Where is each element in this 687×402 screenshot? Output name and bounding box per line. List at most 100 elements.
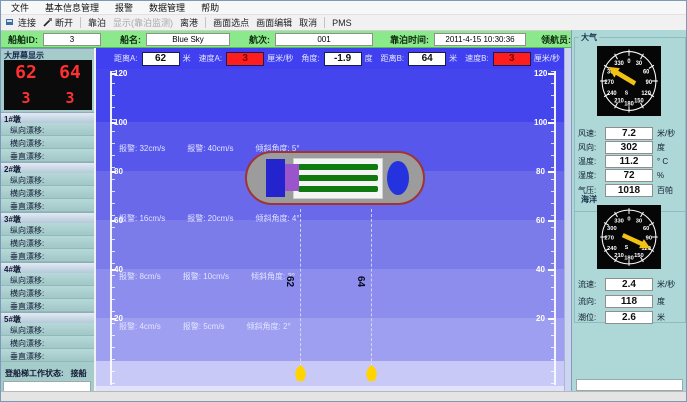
dolphin-group-header: 5#墩 [1,312,94,323]
menu-item-file[interactable]: 文件 [11,1,29,14]
temperature-unit: ° C [657,157,668,166]
connect-button[interactable]: 连接 [6,16,36,29]
ruler-label: 60 [536,216,545,225]
voyage-label: 航次: [249,33,270,46]
depart-button[interactable]: 离港 [180,16,198,29]
humidity-row: 湿度: 72 % [578,169,682,182]
svg-text:210: 210 [614,253,624,259]
speed-a-value: 3 [226,52,264,66]
ruler-label: 120 [534,69,547,78]
svg-text:240: 240 [607,246,617,252]
dolphin-group-header: 1#墩 [1,112,94,123]
menu-item-alarm[interactable]: 报警 [115,1,133,14]
wind-speed-label: 风速: [578,128,605,139]
display-berthing-monitor-button[interactable]: 显示(靠泊监测) [113,16,173,29]
menu-item-help[interactable]: 帮助 [201,1,219,14]
menu-item-data-mgmt[interactable]: 数据管理 [149,1,185,14]
wind-speed-value: 7.2 [605,127,653,140]
connect-label: 连接 [18,16,36,29]
alarm-b-text: 报警: 5cm/s [183,321,225,332]
pilot-label: 领航员: [541,33,571,46]
toolbar: 连接 断开 靠泊 显示(靠泊监测) 离港 画面选点 画面编辑 取消 PMS [1,15,686,31]
svg-text:60: 60 [643,226,649,232]
ruler-tick [548,171,554,173]
disconnect-button[interactable]: 断开 [43,16,73,29]
cancel-button[interactable]: 取消 [299,16,317,29]
ruler-label: 20 [536,314,545,323]
display-speed-b: 3 [65,89,74,107]
wind-direction-label: 风向: [578,142,605,153]
gangway-status-row: 登船梯工作状态: 接船 [1,366,94,381]
display-distance-b: 64 [59,62,81,83]
svg-text:300: 300 [607,226,617,232]
alarm-threshold-row: 报警: 4cm/s 报警: 5cm/s 倾斜角度: 2° [119,321,291,332]
berth-button[interactable]: 靠泊 [88,16,106,29]
svg-text:60: 60 [643,69,650,75]
gangway-status-label: 登船梯工作状态: [5,368,64,379]
alarm-b-text: 报警: 10cm/s [183,271,229,282]
ruler-label: 100 [114,118,127,127]
wind-direction-row: 风向: 302 度 [578,141,682,154]
drift-row: 横向漂移: [1,286,94,299]
wind-speed-unit: 米/秒 [657,128,675,139]
vertical-scrollbar[interactable] [564,48,571,393]
berthing-monitor-window: 文件 基本信息管理 报警 数据管理 帮助 连接 断开 靠泊 显示(靠泊监测) 离… [0,0,687,402]
ship-deckhouse-block [285,164,299,191]
dolphin-group-header: 4#墩 [1,262,94,273]
svg-text:330: 330 [614,218,624,224]
measurement-line-a [300,209,301,366]
dock-strip [96,361,564,386]
current-speed-unit: 米/秒 [657,279,675,290]
ship-id-label: 船舶ID: [8,33,38,46]
ship-name-field[interactable] [146,33,230,46]
drift-row: 纵向漂移: [1,173,94,186]
berth-time-field[interactable] [434,33,526,46]
status-bar [1,391,686,401]
ship-bow-tank [387,161,409,195]
angle-unit: 度 [365,53,373,64]
alarm-threshold-row: 报警: 16cm/s 报警: 20cm/s 倾斜角度: 4° [119,213,300,224]
ship-bridge-block [266,159,285,197]
drift-row: 横向漂移: [1,186,94,199]
ruler-tick [548,122,554,124]
atmosphere-title: 大气 [579,32,599,43]
svg-text:240: 240 [607,91,617,97]
panel-bottom-strip [576,379,683,391]
water-band [96,69,564,122]
current-speed-value: 2.4 [605,278,653,291]
distance-b-value: 64 [408,52,446,66]
distance-a-label: 距离A: [114,53,138,64]
display-speed-a: 3 [21,89,30,107]
berthing-view: 距离A: 62 米 速度A: 3 厘米/秒 角度: -1.9 度 距离B: 64… [96,48,571,393]
screen-pick-point-button[interactable]: 画面选点 [213,16,249,29]
tilt-angle-text: 倾斜角度: 2° [247,321,291,332]
atmosphere-groupbox: 大气 0 [574,37,686,212]
wind-direction-gauge-icon: 0 30 60 90 120 150 180 210 240 270 300 3… [597,46,661,116]
svg-text:30: 30 [636,218,642,224]
toolbar-separator [205,17,206,28]
voyage-info-bar: 船舶ID: 船名: 航次: 靠泊时间: 领航员: [1,31,571,48]
pms-button[interactable]: PMS [332,18,352,28]
tide-level-value: 2.6 [605,311,653,324]
wind-direction-unit: 度 [657,142,665,153]
current-direction-label: 流向: [578,296,605,307]
berth-time-label: 靠泊时间: [390,33,429,46]
cargo-stripe [298,164,378,170]
menu-item-basic-info-mgmt[interactable]: 基本信息管理 [45,1,99,14]
depth-ruler-right [554,71,556,385]
svg-text:S: S [625,90,629,96]
svg-text:180: 180 [624,101,634,107]
ruler-tick [548,269,554,271]
alarm-b-text: 报警: 20cm/s [187,213,233,224]
distance-b-label: 距离B: [381,53,405,64]
connect-icon [6,18,15,27]
svg-text:0: 0 [627,216,630,222]
speed-b-label: 速度B: [465,53,489,64]
screen-edit-button[interactable]: 画面编辑 [256,16,292,29]
ship-id-field[interactable] [43,33,101,46]
menu-bar: 文件 基本信息管理 报警 数据管理 帮助 [1,1,686,15]
line-b-distance-label: 64 [355,276,366,287]
voyage-field[interactable] [275,33,373,46]
angle-label: 角度: [301,53,319,64]
svg-text:120: 120 [641,91,651,97]
